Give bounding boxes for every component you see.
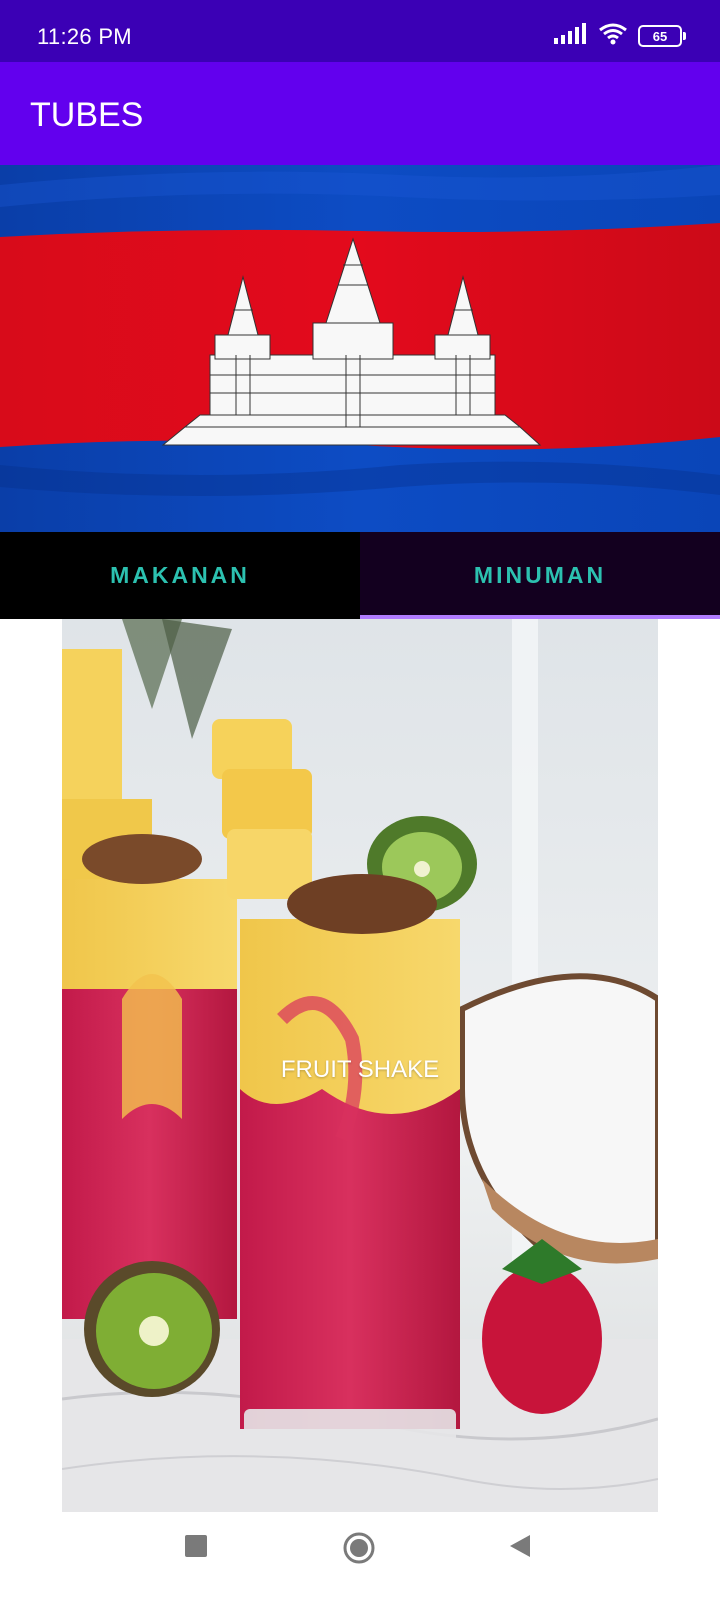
hero-banner	[0, 165, 720, 532]
tab-minuman[interactable]: MINUMAN	[360, 532, 720, 619]
tab-makanan-label: MAKANAN	[110, 562, 250, 588]
cambodia-flag-image	[0, 165, 720, 532]
tab-bar: MAKANAN MINUMAN	[0, 532, 720, 619]
fruit-shake-card[interactable]: FRUIT SHAKE	[62, 619, 658, 1512]
tab-makanan[interactable]: MAKANAN	[0, 532, 360, 619]
circle-icon[interactable]	[343, 1532, 375, 1569]
triangle-back-icon[interactable]	[508, 1534, 532, 1563]
status-time: 11:26 PM	[37, 24, 132, 49]
app-bar: TUBES	[0, 62, 720, 165]
status-bar: 11:26 PM 65	[0, 0, 720, 62]
wifi-icon	[598, 23, 628, 50]
status-icons: 65	[554, 22, 686, 50]
battery-icon: 65	[638, 25, 686, 47]
battery-level: 65	[652, 28, 668, 44]
navigation-bar	[0, 1512, 720, 1600]
square-icon[interactable]	[184, 1534, 208, 1563]
signal-icon	[554, 22, 588, 50]
app-title: TUBES	[30, 96, 144, 134]
card-title: FRUIT SHAKE	[280, 1056, 440, 1083]
tab-minuman-label: MINUMAN	[473, 562, 607, 588]
